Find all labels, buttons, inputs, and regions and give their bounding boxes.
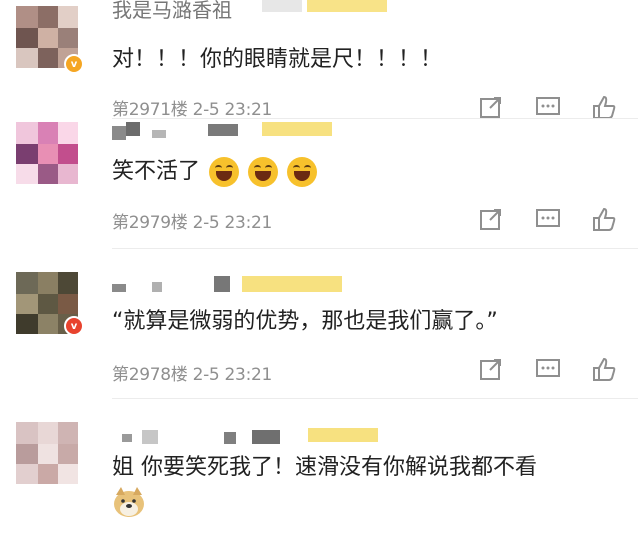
comment-item[interactable]: 笑不活了 第2979楼 2-5 23:21 xyxy=(0,114,638,252)
comment-text: 对！！！你的眼睛就是尺！！！！ xyxy=(112,47,443,72)
username[interactable] xyxy=(112,120,382,142)
laugh-emoji xyxy=(248,157,279,187)
comment-item[interactable]: 姐 你要笑死我了！速滑没有你解说我都不看 xyxy=(0,418,638,535)
like-icon[interactable] xyxy=(590,356,620,386)
share-icon[interactable] xyxy=(478,356,508,386)
verified-badge: v xyxy=(64,54,84,74)
avatar[interactable] xyxy=(16,122,78,184)
username[interactable]: 我是马潞香祖 xyxy=(112,0,387,22)
username-partial: 我是马潞香祖 xyxy=(112,0,232,22)
divider xyxy=(112,248,638,249)
share-icon[interactable] xyxy=(478,206,508,236)
comment-text: 笑不活了 xyxy=(112,156,318,188)
comment-text: “就算是微弱的优势，那也是我们赢了。” xyxy=(112,309,498,334)
comment-meta: 第2978楼 2-5 23:21 xyxy=(112,365,273,385)
like-icon[interactable] xyxy=(590,206,620,236)
laugh-emoji xyxy=(209,157,240,187)
username[interactable] xyxy=(112,424,382,446)
laugh-emoji xyxy=(287,157,318,187)
comment-actions xyxy=(478,356,628,386)
doge-emoji xyxy=(112,485,146,519)
comment-list: v 我是马潞香祖 对！！！你的眼睛就是尺！！！！ 第2971楼 2-5 23:2… xyxy=(0,0,638,535)
username[interactable] xyxy=(112,272,382,294)
comment-meta: 第2979楼 2-5 23:21 xyxy=(112,213,273,233)
comment-icon[interactable] xyxy=(534,356,564,386)
avatar[interactable] xyxy=(16,422,78,484)
comment-text: 姐 你要笑死我了！速滑没有你解说我都不看 xyxy=(112,455,537,480)
comment-item[interactable]: v “就算是微弱的优势，那也是我们赢了。” 第2978楼 2-5 23:21 xyxy=(0,266,638,404)
verified-badge: v xyxy=(64,316,84,336)
comment-text-content: 笑不活了 xyxy=(112,159,201,184)
divider xyxy=(112,398,638,399)
comment-actions xyxy=(478,206,628,236)
comment-icon[interactable] xyxy=(534,206,564,236)
